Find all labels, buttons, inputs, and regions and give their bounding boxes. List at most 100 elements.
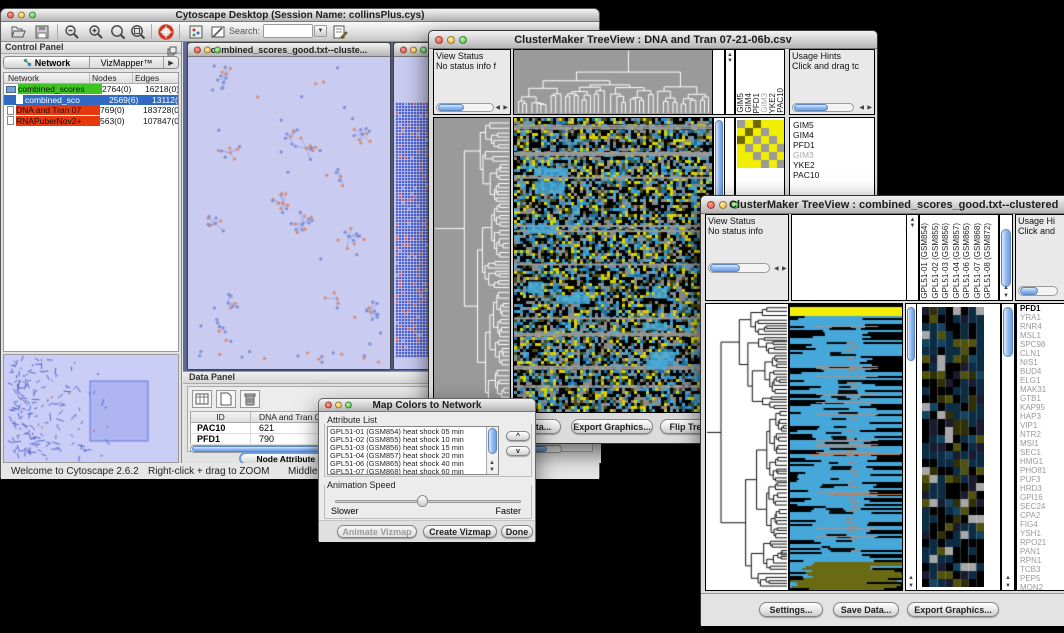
scroll-up-arrow[interactable]: ▲	[1003, 285, 1009, 291]
animation-speed-slider-track[interactable]	[335, 500, 521, 503]
attribute-list-item[interactable]: GPL51-04 (GSM857) heat shock 20 min	[328, 452, 498, 460]
tab-vizmapper[interactable]: VizMapper™	[90, 57, 164, 68]
scroll-down-arrow[interactable]: ▼	[726, 58, 734, 64]
network-row[interactable]: combined_sco2569(6)13112(15)	[4, 95, 178, 106]
tv2-heatmap-panel[interactable]	[789, 303, 903, 591]
search-dropdown-button[interactable]: ▼	[314, 25, 327, 37]
minimize-button[interactable]	[719, 201, 727, 209]
close-button[interactable]	[707, 201, 715, 209]
tv1-heatmap-canvas[interactable]	[514, 118, 712, 412]
dialog-title-bar[interactable]: Map Colors to Network	[319, 399, 535, 412]
scroll-down-arrow[interactable]: ▼	[1003, 293, 1009, 299]
tv2-zoom-vscrollbar[interactable]: ▲ ▼	[1001, 303, 1015, 591]
tv1-view-status-scrollbar[interactable]	[436, 103, 494, 112]
scroll-up-arrow[interactable]: ▲	[489, 460, 495, 466]
animate-vizmap-button[interactable]: Animate Vizmap	[337, 525, 417, 538]
col-nodes[interactable]: Nodes	[90, 73, 133, 83]
attribute-editor-icon[interactable]	[331, 24, 349, 40]
minimize-button[interactable]	[447, 36, 455, 44]
tab-overflow-button[interactable]: ▶	[164, 57, 178, 68]
tv1-zoom-heatmap-canvas[interactable]	[737, 120, 785, 168]
done-button[interactable]: Done	[501, 525, 533, 538]
network-window-title-bar[interactable]: combined_scores_good.txt--cluste...	[188, 43, 390, 57]
tv1-button-export-graphics-[interactable]: Export Graphics...	[571, 419, 653, 434]
delete-attribute-trash-icon[interactable]	[240, 390, 260, 408]
attribute-listbox[interactable]: GPL51-01 (GSM854) heat shock 05 minGPL51…	[327, 426, 499, 475]
close-button[interactable]	[435, 36, 443, 44]
minimize-button[interactable]	[18, 12, 25, 19]
attribute-list-item[interactable]: GPL51-02 (GSM855) heat shock 10 min	[328, 436, 498, 444]
scroll-right-arrow[interactable]: ▶	[782, 266, 787, 272]
tv1-usage-hints-scrollbar[interactable]	[792, 103, 854, 112]
attribute-list-vscrollbar[interactable]: ▲ ▼	[486, 427, 498, 474]
zoom-selected-icon[interactable]	[109, 24, 127, 40]
zoom-button[interactable]	[29, 12, 36, 19]
scroll-right-arrow[interactable]: ▶	[503, 105, 508, 111]
network-overview-canvas[interactable]	[4, 355, 178, 462]
tab-network[interactable]: Network	[4, 57, 90, 68]
network-row[interactable]: DNA and Tran 07769(0)183728(0)	[4, 105, 178, 116]
zoom-button[interactable]	[345, 402, 352, 409]
scroll-down-arrow[interactable]: ▼	[907, 223, 918, 229]
tv1-heatmap-panel[interactable]	[513, 117, 713, 413]
minimize-button[interactable]	[204, 46, 211, 53]
zoom-out-icon[interactable]	[63, 24, 81, 40]
birdseye-view-icon[interactable]	[187, 24, 205, 40]
scroll-down-arrow[interactable]: ▼	[1005, 583, 1011, 589]
col-id[interactable]: ID	[191, 412, 251, 422]
tv2-button-settings-[interactable]: Settings...	[759, 602, 823, 617]
network-overview-panel[interactable]	[3, 354, 179, 463]
tv2-heatmap-canvas[interactable]	[790, 304, 902, 590]
minimize-button[interactable]	[410, 46, 417, 53]
tv2-column-dendrogram-panel[interactable]	[791, 214, 907, 301]
close-button[interactable]	[7, 12, 14, 19]
tv2-view-status-scrollbar[interactable]	[708, 263, 770, 273]
zoom-button[interactable]	[420, 46, 427, 53]
tv2-heatmap-vscrollbar[interactable]: ▲ ▼	[905, 303, 917, 591]
new-attribute-icon[interactable]	[216, 390, 236, 408]
zoom-fit-icon[interactable]	[129, 24, 147, 40]
tv1-column-dendrogram-panel[interactable]	[513, 49, 713, 115]
close-button[interactable]	[194, 46, 201, 53]
col-network[interactable]: Network	[4, 73, 90, 83]
tv2-usage-hints-scrollbar[interactable]	[1018, 286, 1058, 296]
tv1-column-dendrogram-canvas[interactable]	[514, 50, 712, 114]
move-down-button[interactable]: v	[506, 446, 530, 456]
attribute-list-item[interactable]: GPL51-03 (GSM856) heat shock 15 min	[328, 444, 498, 452]
tv1-title-bar[interactable]: ClusterMaker TreeView : DNA and Tran 07-…	[429, 31, 877, 49]
tv2-row-dendrogram-panel[interactable]	[705, 303, 789, 591]
search-input[interactable]	[263, 24, 313, 38]
tv2-zoom-panel[interactable]	[917, 303, 1001, 591]
tv2-row-dendrogram-canvas[interactable]	[706, 304, 788, 590]
animation-speed-slider-thumb[interactable]	[417, 495, 428, 507]
select-attributes-icon[interactable]	[192, 390, 212, 408]
save-button[interactable]	[33, 24, 51, 40]
attribute-list-item[interactable]: GPL51-06 (GSM865) heat shock 40 min	[328, 460, 498, 468]
tv2-button-export-graphics-[interactable]: Export Graphics...	[907, 602, 999, 617]
tv2-labels-vscrollbar[interactable]: ▲ ▼	[999, 214, 1013, 301]
network-row[interactable]: combined_scores2764(0)16218(0)	[4, 84, 178, 95]
attribute-list-item[interactable]: GPL51-07 (GSM868) heat shock 60 min	[328, 468, 498, 475]
open-file-button[interactable]	[9, 24, 27, 40]
network-row[interactable]: RNAPuberNov2+563(0)107847(0)	[4, 116, 178, 127]
scroll-left-arrow[interactable]: ◀	[495, 105, 500, 111]
minimize-button[interactable]	[335, 402, 342, 409]
network-canvas[interactable]	[188, 57, 390, 369]
scroll-up-arrow[interactable]: ▲	[1005, 575, 1011, 581]
create-vizmap-button[interactable]: Create Vizmap	[423, 525, 497, 538]
close-button[interactable]	[400, 46, 407, 53]
scroll-right-arrow[interactable]: ▶	[867, 105, 872, 111]
scroll-down-arrow[interactable]: ▼	[489, 467, 495, 473]
move-up-button[interactable]: ^	[506, 431, 530, 441]
tv1-row-dendrogram-canvas[interactable]	[434, 118, 510, 412]
tv2-title-bar[interactable]: ClusterMaker TreeView : combined_scores_…	[701, 196, 1064, 214]
annotation-icon[interactable]	[209, 24, 227, 40]
help-lifesaver-icon[interactable]	[157, 24, 175, 40]
scroll-left-arrow[interactable]: ◀	[859, 105, 864, 111]
scroll-left-arrow[interactable]: ◀	[774, 266, 779, 272]
scroll-down-arrow[interactable]: ▼	[908, 583, 914, 589]
zoom-button[interactable]	[214, 46, 221, 53]
zoom-in-icon[interactable]	[87, 24, 105, 40]
close-button[interactable]	[325, 402, 332, 409]
attribute-list-item[interactable]: GPL51-01 (GSM854) heat shock 05 min	[328, 428, 498, 436]
